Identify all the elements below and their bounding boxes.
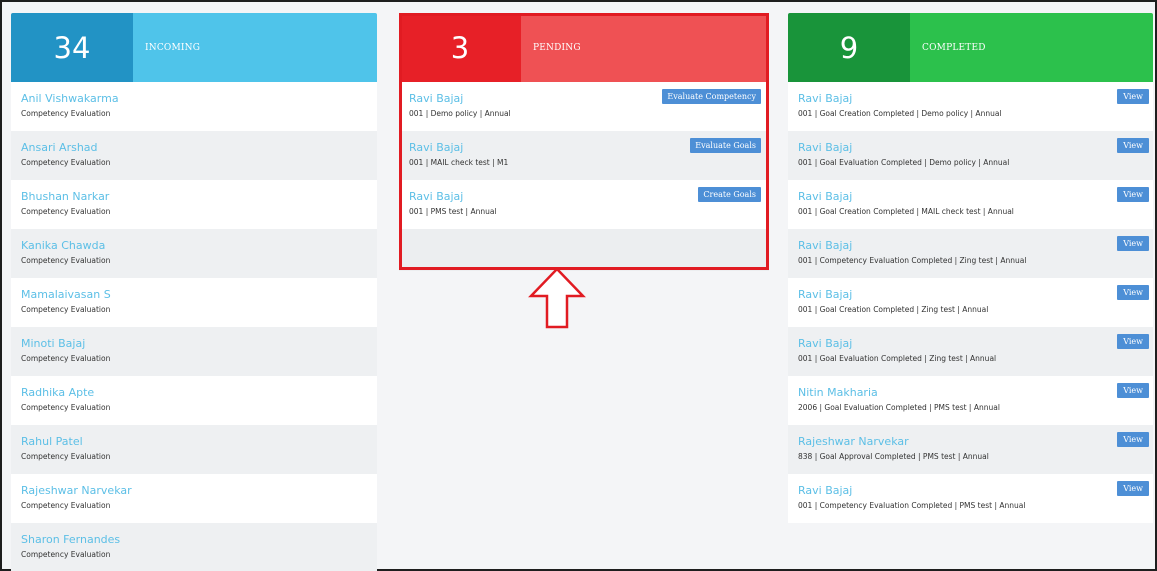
incoming-count: 34 bbox=[11, 13, 133, 82]
employee-name-link[interactable]: Ravi Bajaj bbox=[798, 484, 1153, 498]
list-item[interactable]: Ravi Bajaj 001 | Goal Creation Completed … bbox=[788, 278, 1153, 327]
list-item[interactable]: Bhushan Narkar Competency Evaluation bbox=[11, 180, 377, 229]
employee-name-link[interactable]: Ravi Bajaj bbox=[798, 337, 1153, 351]
completed-header[interactable]: 9 COMPLETED bbox=[788, 13, 1153, 82]
pending-list: Ravi Bajaj 001 | Demo policy | Annual Ev… bbox=[399, 82, 769, 271]
employee-name-link[interactable]: Bhushan Narkar bbox=[21, 190, 377, 204]
employee-name-link[interactable]: Ansari Arshad bbox=[21, 141, 377, 155]
item-subtitle: 838 | Goal Approval Completed | PMS test… bbox=[798, 452, 989, 461]
item-subtitle: Competency Evaluation bbox=[21, 158, 111, 167]
list-item[interactable]: Radhika Apte Competency Evaluation bbox=[11, 376, 377, 425]
list-item[interactable]: Ravi Bajaj 001 | PMS test | Annual Creat… bbox=[399, 180, 769, 229]
view-button[interactable]: View bbox=[1117, 432, 1149, 447]
item-subtitle: Competency Evaluation bbox=[21, 403, 111, 412]
pending-label: PENDING bbox=[521, 13, 769, 82]
list-item[interactable]: Anil Vishwakarma Competency Evaluation bbox=[11, 82, 377, 131]
incoming-header[interactable]: 34 INCOMING bbox=[11, 13, 377, 82]
item-subtitle: Competency Evaluation bbox=[21, 550, 111, 559]
list-item[interactable]: Ravi Bajaj 001 | Goal Evaluation Complete… bbox=[788, 327, 1153, 376]
employee-name-link[interactable]: Mamalaivasan S bbox=[21, 288, 377, 302]
item-subtitle: 001 | Goal Creation Completed | MAIL che… bbox=[798, 207, 1014, 216]
view-button[interactable]: View bbox=[1117, 236, 1149, 251]
pending-header[interactable]: 3 PENDING bbox=[399, 13, 769, 82]
item-subtitle: 001 | Goal Creation Completed | Demo pol… bbox=[798, 109, 1002, 118]
item-subtitle: 001 | Goal Evaluation Completed | Demo p… bbox=[798, 158, 1010, 167]
completed-count: 9 bbox=[788, 13, 910, 82]
view-button[interactable]: View bbox=[1117, 481, 1149, 496]
list-item[interactable]: Ansari Arshad Competency Evaluation bbox=[11, 131, 377, 180]
evaluate-goals-button[interactable]: Evaluate Goals bbox=[690, 138, 761, 153]
up-arrow-icon bbox=[528, 267, 586, 329]
employee-name-link[interactable]: Ravi Bajaj bbox=[798, 141, 1153, 155]
pending-count: 3 bbox=[399, 13, 521, 82]
employee-name-link[interactable]: Ravi Bajaj bbox=[798, 190, 1153, 204]
item-subtitle: 001 | MAIL check test | M1 bbox=[409, 158, 509, 167]
list-item[interactable]: Ravi Bajaj 001 | Competency Evaluation Co… bbox=[788, 229, 1153, 278]
employee-name-link[interactable]: Rajeshwar Narvekar bbox=[798, 435, 1153, 449]
view-button[interactable]: View bbox=[1117, 334, 1149, 349]
item-subtitle: 001 | Competency Evaluation Completed | … bbox=[798, 256, 1027, 265]
employee-name-link[interactable]: Rajeshwar Narvekar bbox=[21, 484, 377, 498]
item-subtitle: 001 | Goal Creation Completed | Zing tes… bbox=[798, 305, 989, 314]
item-subtitle: 001 | Competency Evaluation Completed | … bbox=[798, 501, 1026, 510]
evaluate-competency-button[interactable]: Evaluate Competency bbox=[662, 89, 761, 104]
list-item[interactable]: Ravi Bajaj 001 | Demo policy | Annual Ev… bbox=[399, 82, 769, 131]
employee-name-link[interactable]: Ravi Bajaj bbox=[798, 288, 1153, 302]
list-item[interactable]: Mamalaivasan S Competency Evaluation bbox=[11, 278, 377, 327]
view-button[interactable]: View bbox=[1117, 285, 1149, 300]
employee-name-link[interactable]: Anil Vishwakarma bbox=[21, 92, 377, 106]
create-goals-button[interactable]: Create Goals bbox=[698, 187, 761, 202]
list-item[interactable]: Rajeshwar Narvekar 838 | Goal Approval Co… bbox=[788, 425, 1153, 474]
employee-name-link[interactable]: Minoti Bajaj bbox=[21, 337, 377, 351]
pending-column: 3 PENDING Ravi Bajaj 001 | Demo policy |… bbox=[399, 13, 769, 271]
view-button[interactable]: View bbox=[1117, 383, 1149, 398]
list-item[interactable]: Kanika Chawda Competency Evaluation bbox=[11, 229, 377, 278]
employee-name-link[interactable]: Kanika Chawda bbox=[21, 239, 377, 253]
item-subtitle: Competency Evaluation bbox=[21, 109, 111, 118]
employee-name-link[interactable]: Nitin Makharia bbox=[798, 386, 1153, 400]
item-subtitle: Competency Evaluation bbox=[21, 354, 111, 363]
incoming-label: INCOMING bbox=[133, 13, 377, 82]
employee-name-link[interactable]: Radhika Apte bbox=[21, 386, 377, 400]
completed-label: COMPLETED bbox=[910, 13, 1153, 82]
incoming-list: Anil Vishwakarma Competency Evaluation An… bbox=[11, 82, 377, 571]
list-item[interactable]: Rahul Patel Competency Evaluation bbox=[11, 425, 377, 474]
completed-column: 9 COMPLETED Ravi Bajaj 001 | Goal Creatio… bbox=[788, 13, 1153, 533]
view-button[interactable]: View bbox=[1117, 138, 1149, 153]
list-item[interactable]: Ravi Bajaj 001 | Competency Evaluation Co… bbox=[788, 474, 1153, 523]
list-item[interactable]: Rajeshwar Narvekar Competency Evaluation bbox=[11, 474, 377, 523]
list-item[interactable]: Ravi Bajaj 001 | Goal Creation Completed … bbox=[788, 180, 1153, 229]
item-subtitle: 001 | Goal Evaluation Completed | Zing t… bbox=[798, 354, 997, 363]
employee-name-link[interactable]: Rahul Patel bbox=[21, 435, 377, 449]
item-subtitle: Competency Evaluation bbox=[21, 305, 111, 314]
list-item[interactable]: Ravi Bajaj 001 | Goal Creation Completed … bbox=[788, 82, 1153, 131]
item-subtitle: 001 | Demo policy | Annual bbox=[409, 109, 511, 118]
employee-name-link[interactable]: Ravi Bajaj bbox=[798, 92, 1153, 106]
item-subtitle: Competency Evaluation bbox=[21, 501, 111, 510]
item-subtitle: Competency Evaluation bbox=[21, 207, 111, 216]
list-item[interactable]: Nitin Makharia 2006 | Goal Evaluation Com… bbox=[788, 376, 1153, 425]
view-button[interactable]: View bbox=[1117, 89, 1149, 104]
view-button[interactable]: View bbox=[1117, 187, 1149, 202]
list-item[interactable]: Ravi Bajaj 001 | MAIL check test | M1 Ev… bbox=[399, 131, 769, 180]
incoming-column: 34 INCOMING Anil Vishwakarma Competency E… bbox=[11, 13, 377, 571]
item-subtitle: Competency Evaluation bbox=[21, 452, 111, 461]
item-subtitle: Competency Evaluation bbox=[21, 256, 111, 265]
employee-name-link[interactable]: Ravi Bajaj bbox=[798, 239, 1153, 253]
item-subtitle: 001 | PMS test | Annual bbox=[409, 207, 497, 216]
list-item[interactable]: Sharon Fernandes Competency Evaluation bbox=[11, 523, 377, 571]
employee-name-link[interactable]: Sharon Fernandes bbox=[21, 533, 377, 547]
completed-list: Ravi Bajaj 001 | Goal Creation Completed … bbox=[788, 82, 1153, 523]
list-item[interactable]: Ravi Bajaj 001 | Goal Evaluation Complete… bbox=[788, 131, 1153, 180]
item-subtitle: 2006 | Goal Evaluation Completed | PMS t… bbox=[798, 403, 1000, 412]
list-item[interactable]: Minoti Bajaj Competency Evaluation bbox=[11, 327, 377, 376]
